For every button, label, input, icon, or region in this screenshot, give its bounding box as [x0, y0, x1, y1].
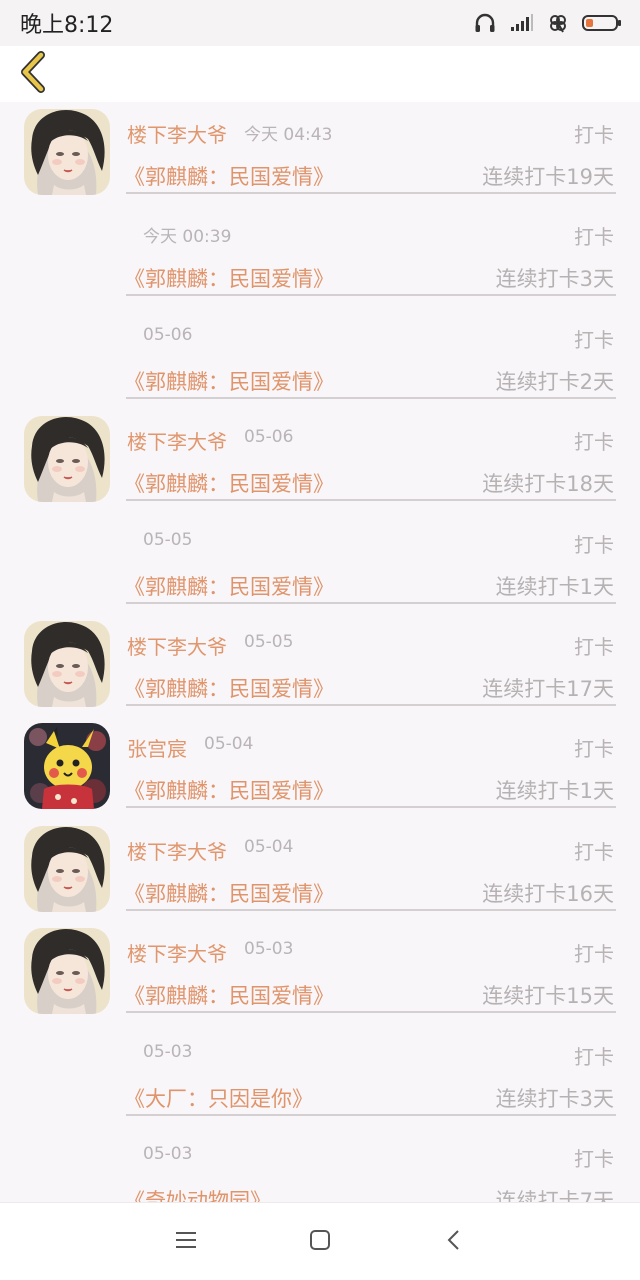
post-time: 05-05 [244, 631, 294, 652]
user-name[interactable]: 楼下李大爷 [127, 631, 227, 660]
avatar[interactable] [24, 620, 110, 707]
menu-icon [175, 1231, 197, 1253]
user-name[interactable]: 楼下李大爷 [127, 426, 227, 455]
battery-icon [582, 14, 622, 32]
post-type: 打卡 [574, 1044, 614, 1069]
chevron-left-icon [17, 51, 47, 97]
avatar[interactable] [24, 109, 110, 195]
status-icons [474, 13, 622, 33]
avatar[interactable] [24, 723, 110, 810]
feed-item[interactable]: 张宫宸 05-04 打卡《郭麒麟：民国爱情》 连续打卡1天 [0, 716, 640, 818]
post-type: 打卡 [574, 942, 614, 967]
streak-count: 连续打卡3天 [495, 1086, 614, 1111]
divider [126, 806, 616, 809]
post-time: 05-06 [244, 427, 294, 448]
post-type: 打卡 [574, 1146, 614, 1171]
book-title[interactable]: 《郭麒麟：民国爱情》 [124, 571, 334, 601]
divider [126, 1113, 616, 1116]
book-title[interactable]: 《郭麒麟：民国爱情》 [124, 775, 334, 805]
streak-count: 连续打卡18天 [482, 472, 614, 497]
post-time: 05-03 [143, 1143, 193, 1164]
post-type: 打卡 [574, 634, 614, 659]
book-title[interactable]: 《郭麒麟：民国爱情》 [124, 878, 334, 908]
checkin-feed[interactable]: 楼下李大爷 今天 04:43 打卡 《郭麒麟：民国爱情》 连续打卡19天 今天 00:39… [0, 102, 640, 1202]
avatar[interactable] [24, 825, 110, 912]
post-time: 05-04 [244, 836, 294, 857]
streak-count: 连续打卡1天 [495, 779, 614, 804]
status-bar: 晚上8:12 [0, 0, 640, 46]
divider [126, 703, 616, 706]
app-root: 晚上8:12 楼下李大爷 今天 04:43 打卡 《郭麒麟：民国爱情》 连续打卡… [0, 0, 640, 1280]
book-title[interactable]: 《郭麒麟：民国爱情》 [124, 673, 334, 703]
book-title[interactable]: 《郭麒麟：民国爱情》 [124, 980, 334, 1010]
feed-item[interactable]: 楼下李大爷 05-05 打卡《郭麒麟：民国爱情》 连续打卡17天 [0, 614, 640, 716]
post-type: 打卡 [574, 123, 614, 147]
post-type: 打卡 [574, 225, 614, 250]
app-bar [0, 46, 640, 102]
streak-count: 连续打卡3天 [495, 267, 614, 292]
streak-count: 连续打卡15天 [482, 984, 614, 1009]
feed-item[interactable]: 05-06 打卡《郭麒麟：民国爱情》 连续打卡2天 [0, 307, 640, 409]
post-time: 今天 04:43 [244, 125, 333, 145]
feed-item[interactable]: 05-03 打卡《大厂：只因是你》 连续打卡3天 [0, 1024, 640, 1126]
post-type: 打卡 [574, 532, 614, 557]
divider [126, 499, 616, 502]
post-time: 05-06 [143, 324, 193, 345]
post-time: 05-03 [143, 1041, 193, 1062]
feed-item[interactable]: 05-05 打卡《郭麒麟：民国爱情》 连续打卡1天 [0, 512, 640, 614]
post-type: 打卡 [574, 839, 614, 864]
streak-count: 连续打卡2天 [495, 369, 614, 394]
divider [126, 1011, 616, 1014]
menu-button[interactable] [172, 1228, 200, 1256]
book-title[interactable]: 《郭麒麟：民国爱情》 [124, 366, 334, 396]
feed-item[interactable]: 楼下李大爷 05-03 打卡《郭麒麟：民国爱情》 连续打卡15天 [0, 921, 640, 1023]
streak-count: 连续打卡19天 [482, 165, 614, 189]
feed-item[interactable]: 楼下李大爷 今天 04:43 打卡《郭麒麟：民国爱情》 连续打卡19天 [0, 102, 640, 204]
book-title[interactable]: 《奇妙动物园》 [124, 1185, 271, 1202]
divider [126, 396, 616, 399]
headphones-icon [474, 13, 496, 33]
feed-item[interactable]: 05-03 打卡《奇妙动物园》 连续打卡7天 [0, 1126, 640, 1202]
book-title[interactable]: 《郭麒麟：民国爱情》 [124, 161, 334, 191]
user-name[interactable]: 张宫宸 [127, 733, 187, 762]
system-back-button[interactable] [440, 1228, 468, 1256]
feed-item[interactable]: 楼下李大爷 05-06 打卡《郭麒麟：民国爱情》 连续打卡18天 [0, 409, 640, 511]
signal-icon [510, 14, 534, 32]
post-type: 打卡 [574, 430, 614, 455]
post-time: 05-03 [244, 939, 294, 960]
post-time: 05-05 [143, 529, 193, 550]
streak-count: 连续打卡1天 [495, 574, 614, 599]
post-type: 打卡 [574, 737, 614, 762]
post-type: 打卡 [574, 327, 614, 352]
divider [126, 601, 616, 604]
post-time: 今天 00:39 [143, 227, 232, 248]
avatar[interactable] [24, 928, 110, 1015]
streak-count: 连续打卡7天 [495, 1188, 614, 1202]
divider [126, 294, 616, 297]
back-button[interactable] [12, 49, 52, 99]
back-icon [446, 1229, 462, 1255]
user-name[interactable]: 楼下李大爷 [127, 119, 227, 148]
divider [126, 192, 616, 194]
user-name[interactable]: 楼下李大爷 [127, 836, 227, 865]
divider [126, 908, 616, 911]
user-name[interactable]: 楼下李大爷 [127, 938, 227, 967]
book-title[interactable]: 《郭麒麟：民国爱情》 [124, 263, 334, 293]
book-title[interactable]: 《大厂：只因是你》 [124, 1083, 313, 1113]
home-icon [309, 1229, 331, 1255]
post-time: 05-04 [204, 734, 254, 755]
system-nav-bar [0, 1202, 640, 1280]
feed-item[interactable]: 楼下李大爷 05-04 打卡《郭麒麟：民国爱情》 连续打卡16天 [0, 819, 640, 921]
clover-icon [548, 13, 568, 33]
status-time: 晚上8:12 [20, 13, 114, 38]
avatar[interactable] [24, 416, 110, 503]
feed-item[interactable]: 今天 00:39 打卡《郭麒麟：民国爱情》 连续打卡3天 [0, 204, 640, 306]
streak-count: 连续打卡17天 [482, 676, 614, 701]
home-button[interactable] [306, 1228, 334, 1256]
book-title[interactable]: 《郭麒麟：民国爱情》 [124, 468, 334, 498]
streak-count: 连续打卡16天 [482, 881, 614, 906]
